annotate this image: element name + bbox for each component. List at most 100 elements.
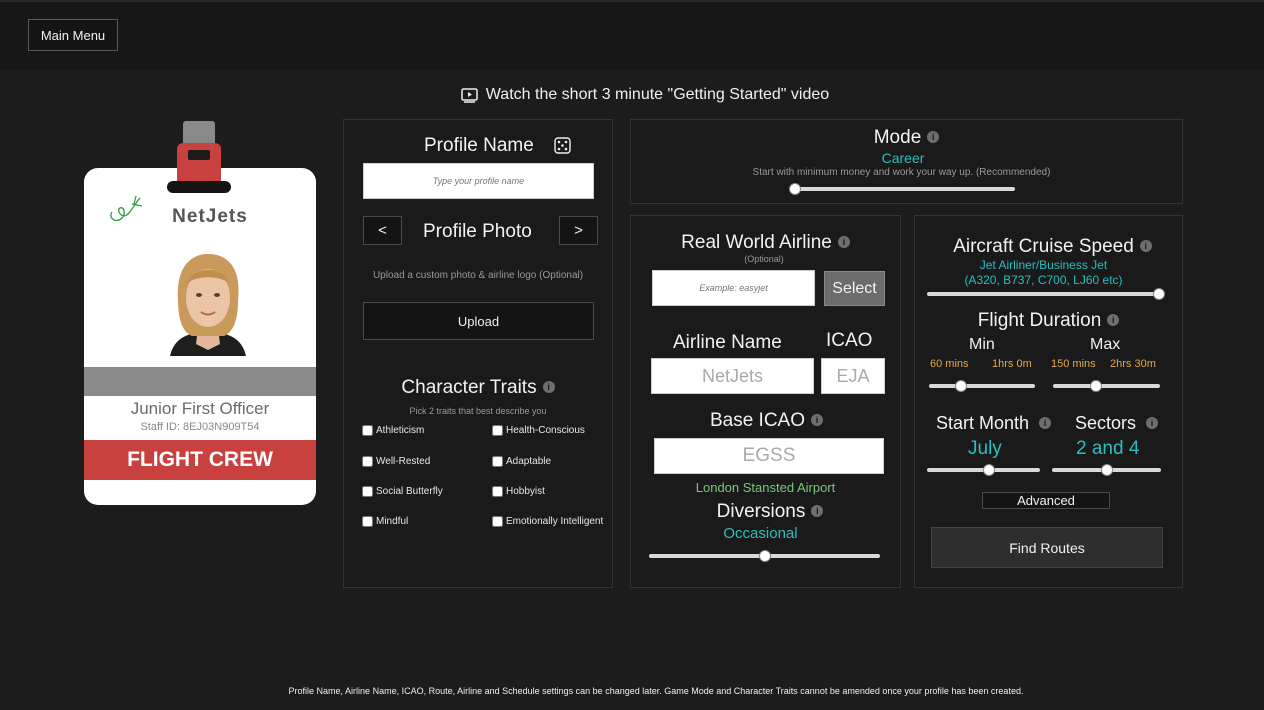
- trait-social-butterfly[interactable]: Social Butterfly: [362, 486, 443, 497]
- mode-title: Mode: [873, 127, 922, 148]
- max-duration-hrs: 2hrs 30m: [1110, 358, 1156, 370]
- trait-checkbox[interactable]: [492, 456, 503, 467]
- trait-health-conscious[interactable]: Health-Conscious: [492, 425, 585, 436]
- info-icon[interactable]: i: [1039, 416, 1052, 429]
- min-duration-slider-thumb[interactable]: [954, 380, 967, 392]
- mode-value: Career: [881, 150, 925, 166]
- info-icon[interactable]: i: [1139, 239, 1152, 252]
- trait-checkbox[interactable]: [492, 516, 503, 527]
- upload-button[interactable]: Upload: [363, 302, 594, 340]
- icao-title: ICAO: [826, 330, 873, 351]
- id-card-rank: Junior First Officer: [130, 399, 270, 418]
- max-label: Max: [1090, 336, 1121, 353]
- info-icon[interactable]: i: [837, 235, 850, 248]
- trait-checkbox[interactable]: [492, 486, 503, 497]
- airline-name-title: Airline Name: [673, 332, 782, 353]
- cruise-speed-value: Jet Airliner/Business Jet: [979, 258, 1108, 272]
- icao-input[interactable]: [821, 358, 885, 394]
- photo-prev-button[interactable]: <: [363, 216, 402, 245]
- real-world-airline-title: Real World Airline: [681, 232, 832, 253]
- video-icon: [461, 87, 478, 103]
- trait-label: Hobbyist: [506, 486, 545, 497]
- base-icao-title: Base ICAO: [709, 410, 806, 431]
- cruise-speed-title: Aircraft Cruise Speed: [953, 236, 1134, 257]
- max-duration-slider-track[interactable]: [1053, 384, 1160, 388]
- top-bar: Main Menu: [0, 0, 1264, 70]
- sectors-slider-thumb[interactable]: [1100, 464, 1113, 476]
- info-icon[interactable]: i: [542, 380, 555, 393]
- base-airport-name: London Stansted Airport: [695, 480, 836, 495]
- real-world-airline-input[interactable]: [652, 270, 815, 306]
- base-icao-input[interactable]: [654, 438, 884, 474]
- badge-holder-bar: [167, 181, 231, 193]
- info-icon[interactable]: i: [1146, 416, 1159, 429]
- trait-checkbox[interactable]: [362, 425, 373, 436]
- diversions-slider-thumb[interactable]: [758, 550, 771, 562]
- trait-label: Well-Rested: [376, 456, 431, 467]
- id-card-airline: NetJets: [172, 206, 248, 227]
- find-routes-button[interactable]: Find Routes: [931, 527, 1163, 568]
- trait-checkbox[interactable]: [492, 425, 503, 436]
- advanced-button[interactable]: Advanced: [982, 492, 1110, 509]
- start-month-slider-thumb[interactable]: [983, 464, 996, 476]
- trait-checkbox[interactable]: [362, 486, 373, 497]
- getting-started-video-link[interactable]: Watch the short 3 minute "Getting Starte…: [0, 86, 1264, 104]
- cruise-speed-examples: (A320, B737, C700, LJ60 etc): [964, 273, 1123, 287]
- main-menu-button[interactable]: Main Menu: [28, 19, 118, 51]
- trait-label: Health-Conscious: [506, 425, 585, 436]
- airline-panel: Real World Airline i (Optional) Select Ai…: [630, 215, 901, 588]
- profile-panel: Profile Name < Profile Photo > Upload a …: [343, 119, 613, 588]
- info-icon[interactable]: i: [811, 413, 824, 426]
- trait-label: Social Butterfly: [376, 486, 443, 497]
- min-duration-slider-track[interactable]: [929, 384, 1035, 388]
- min-duration-hrs: 1hrs 0m: [992, 358, 1032, 370]
- dice-icon[interactable]: [554, 137, 571, 154]
- start-month-value: July: [968, 438, 1002, 459]
- info-icon[interactable]: i: [927, 130, 940, 143]
- trait-athleticism[interactable]: Athleticism: [362, 425, 424, 436]
- cruise-speed-slider-track[interactable]: [927, 292, 1159, 296]
- trait-label: Mindful: [376, 516, 409, 527]
- info-icon[interactable]: i: [811, 504, 824, 517]
- video-link-label: Watch the short 3 minute "Getting Starte…: [485, 86, 830, 103]
- trait-hobbyist[interactable]: Hobbyist: [492, 486, 545, 497]
- character-traits-title: Character Traits: [401, 377, 537, 398]
- photo-next-button[interactable]: >: [559, 216, 598, 245]
- id-card: NetJets Junior First Officer Staff ID: 8…: [84, 168, 316, 505]
- trait-emotionally-intelligent[interactable]: Emotionally Intelligent: [492, 516, 603, 527]
- id-card-band: [84, 367, 316, 396]
- upload-hint: Upload a custom photo & airline logo (Op…: [372, 270, 584, 281]
- cruise-speed-slider-thumb[interactable]: [1153, 288, 1165, 300]
- trait-mindful[interactable]: Mindful: [362, 516, 408, 527]
- base-icao-heading: Base ICAO i: [631, 410, 902, 432]
- trait-checkbox[interactable]: [362, 456, 373, 467]
- max-duration-slider-thumb[interactable]: [1089, 380, 1102, 392]
- sectors-title: Sectors: [1075, 413, 1137, 433]
- diversions-value: Occasional: [723, 525, 798, 542]
- mode-heading: Mode i: [631, 127, 1182, 149]
- id-card-crew-label: FLIGHT CREW: [84, 440, 316, 480]
- select-airline-button[interactable]: Select: [824, 271, 885, 306]
- trait-adaptable[interactable]: Adaptable: [492, 456, 551, 467]
- airline-name-input[interactable]: [651, 358, 814, 394]
- max-duration-mins: 150 mins: [1051, 358, 1096, 370]
- cruise-speed-heading: Aircraft Cruise Speed i: [915, 236, 1190, 258]
- profile-photo-title: Profile Photo: [423, 221, 532, 242]
- profile-name-input[interactable]: [363, 163, 594, 199]
- info-icon[interactable]: i: [1107, 313, 1120, 326]
- sectors-value: 2 and 4: [1076, 438, 1140, 459]
- trait-well-rested[interactable]: Well-Rested: [362, 456, 430, 467]
- mode-slider-track[interactable]: [795, 187, 1015, 191]
- trait-checkbox[interactable]: [362, 516, 373, 527]
- real-world-airline-optional: (Optional): [744, 254, 784, 264]
- min-label: Min: [969, 336, 995, 353]
- profile-name-title: Profile Name: [424, 135, 534, 156]
- mode-slider-thumb[interactable]: [789, 183, 801, 195]
- traits-hint: Pick 2 traits that best describe you: [409, 406, 547, 416]
- character-traits-heading: Character Traits i: [344, 377, 612, 399]
- flight-duration-heading: Flight Duration i: [915, 310, 1182, 332]
- mode-description: Start with minimum money and work your w…: [752, 167, 1051, 178]
- trait-label: Adaptable: [506, 456, 552, 467]
- profile-photo: [158, 248, 258, 356]
- routes-panel: Aircraft Cruise Speed i Jet Airliner/Busi…: [914, 215, 1183, 588]
